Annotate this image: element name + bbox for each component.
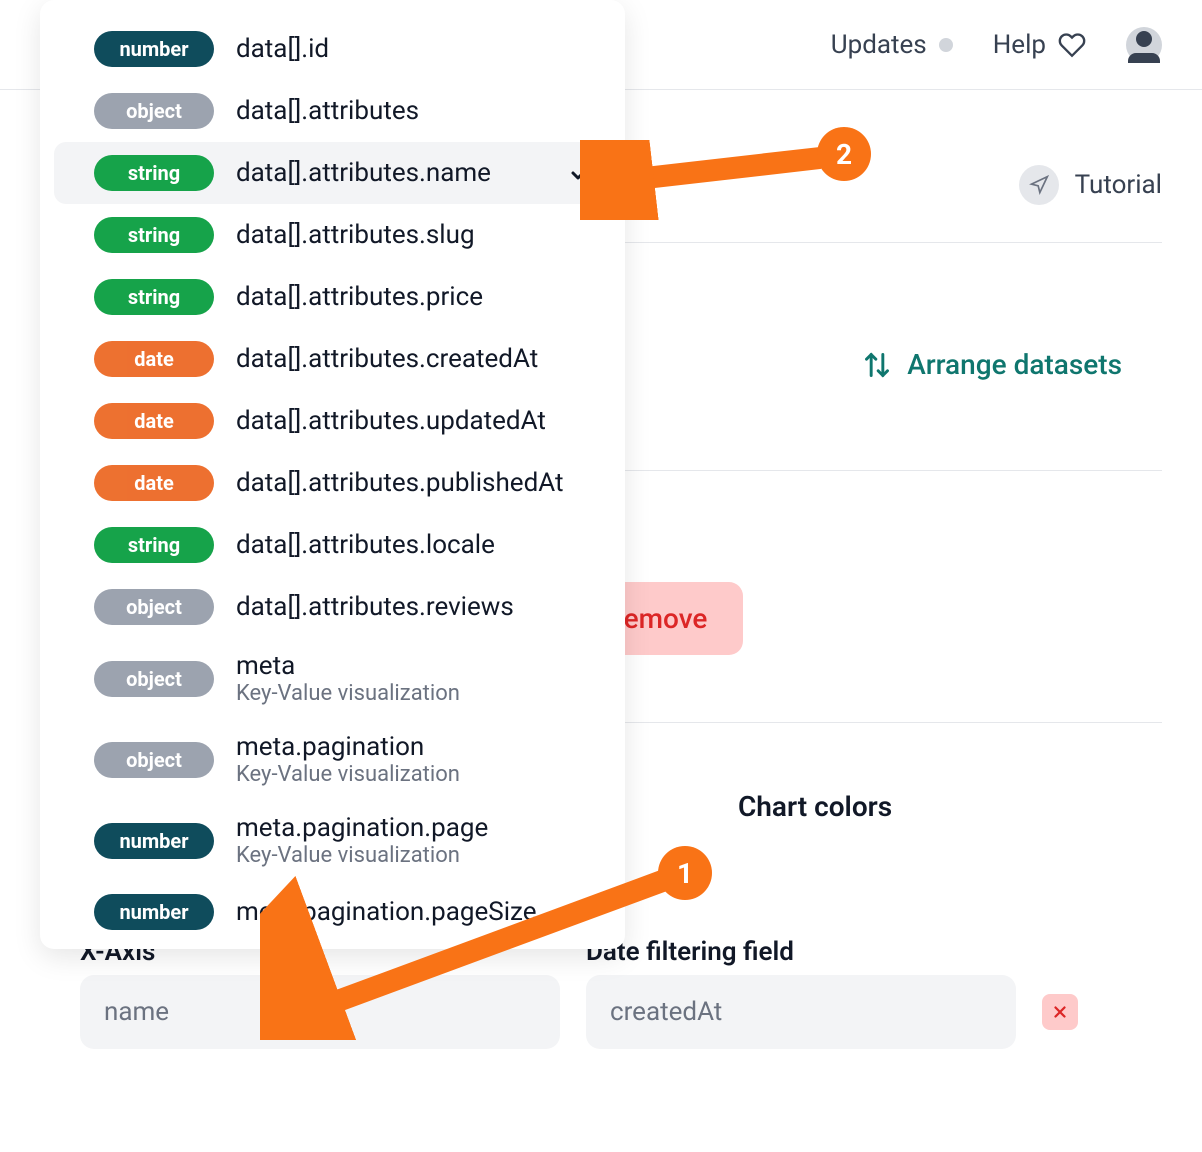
dropdown-item[interactable]: date data[].attributes.publishedAt <box>54 452 611 514</box>
annotation-marker-1: 1 <box>658 846 712 900</box>
type-badge: string <box>94 217 214 253</box>
dropdown-item[interactable]: string data[].attributes.price <box>54 266 611 328</box>
avatar-icon <box>1126 27 1162 63</box>
dropdown-item[interactable]: string data[].attributes.slug <box>54 204 611 266</box>
dropdown-item-subtext: Key-Value visualization <box>236 762 460 787</box>
tutorial-label: Tutorial <box>1075 170 1162 200</box>
dropdown-item[interactable]: date data[].attributes.updatedAt <box>54 390 611 452</box>
dropdown-item[interactable]: object data[].attributes.reviews <box>54 576 611 638</box>
compass-icon <box>1019 165 1059 205</box>
marker-1-label: 1 <box>677 857 693 890</box>
dropdown-item-path: meta <box>236 651 460 681</box>
type-badge: object <box>94 742 214 778</box>
arrange-datasets-button[interactable]: Arrange datasets <box>863 348 1122 381</box>
type-badge: string <box>94 155 214 191</box>
dropdown-item-path: data[].attributes.locale <box>236 530 495 560</box>
updates-link[interactable]: Updates <box>831 30 953 60</box>
dropdown-item[interactable]: object metaKey-Value visualization <box>54 638 611 719</box>
dropdown-item[interactable]: object data[].attributes <box>54 80 611 142</box>
chart-colors-heading: Chart colors <box>738 790 892 823</box>
dropdown-item[interactable]: object meta.paginationKey-Value visualiza… <box>54 719 611 800</box>
dropdown-item-path: data[].attributes.name <box>236 158 491 188</box>
annotation-arrow-1 <box>260 860 690 1040</box>
dropdown-item-path: data[].attributes.createdAt <box>236 344 538 374</box>
clear-date-filter-button[interactable] <box>1042 994 1078 1030</box>
field-selector-dropdown: number data[].id object data[].attributes st… <box>40 0 625 949</box>
dropdown-item-path: data[].attributes <box>236 96 419 126</box>
dropdown-item-subtext: Key-Value visualization <box>236 681 460 706</box>
type-badge: date <box>94 465 214 501</box>
arrange-datasets-label: Arrange datasets <box>907 348 1122 381</box>
heart-icon <box>1058 31 1086 59</box>
type-badge: date <box>94 341 214 377</box>
type-badge: string <box>94 527 214 563</box>
dropdown-item-path: data[].attributes.updatedAt <box>236 406 546 436</box>
dropdown-item-path: data[].attributes.reviews <box>236 592 514 622</box>
dropdown-item-path: data[].attributes.price <box>236 282 483 312</box>
type-badge: object <box>94 589 214 625</box>
type-badge: object <box>94 93 214 129</box>
type-badge: number <box>94 31 214 67</box>
type-badge: number <box>94 823 214 859</box>
annotation-arrow-2 <box>580 140 840 220</box>
annotation-marker-2: 2 <box>817 127 871 181</box>
type-badge: object <box>94 661 214 697</box>
dropdown-item[interactable]: date data[].attributes.createdAt <box>54 328 611 390</box>
dropdown-item-path: meta.pagination <box>236 732 460 762</box>
arrange-icon <box>863 351 891 379</box>
dropdown-item-path: data[].attributes.slug <box>236 220 475 250</box>
type-badge: number <box>94 894 214 930</box>
dropdown-item[interactable]: string data[].attributes.name <box>54 142 611 204</box>
help-label: Help <box>993 30 1046 60</box>
updates-label: Updates <box>831 30 927 60</box>
dropdown-item-path: data[].attributes.publishedAt <box>236 468 564 498</box>
update-indicator-icon <box>939 38 953 52</box>
dropdown-item[interactable]: number data[].id <box>54 18 611 80</box>
dropdown-item-path: meta.pagination.page <box>236 813 488 843</box>
marker-2-label: 2 <box>836 138 852 171</box>
close-icon <box>1051 1003 1069 1021</box>
help-link[interactable]: Help <box>993 30 1086 60</box>
type-badge: date <box>94 403 214 439</box>
type-badge: string <box>94 279 214 315</box>
dropdown-item-path: data[].id <box>236 34 329 64</box>
user-avatar[interactable] <box>1126 27 1162 63</box>
dropdown-item[interactable]: string data[].attributes.locale <box>54 514 611 576</box>
tutorial-link[interactable]: Tutorial <box>1019 165 1162 205</box>
